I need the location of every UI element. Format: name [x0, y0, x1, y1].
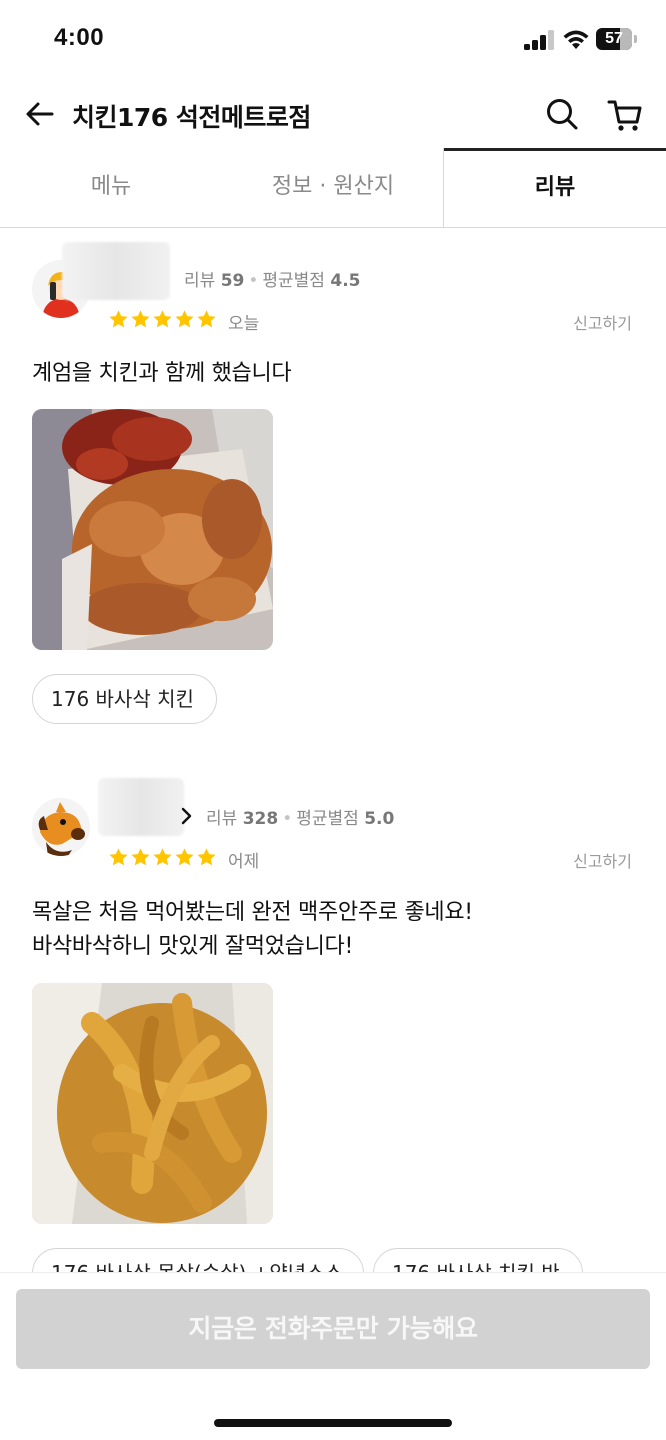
store-title: 치킨176 석전메트로점: [72, 103, 311, 132]
back-arrow-icon[interactable]: [22, 96, 58, 132]
tab-review[interactable]: 리뷰: [444, 148, 666, 228]
star-icon: [131, 310, 150, 328]
status-bar: 4:00 57: [0, 0, 666, 80]
status-time: 4:00: [54, 24, 105, 51]
phone-order-only-button[interactable]: 지금은 전화주문만 가능해요: [16, 1289, 650, 1369]
bottom-order-bar: 지금은 전화주문만 가능해요: [0, 1272, 666, 1440]
star-icon: [153, 310, 172, 328]
tab-menu[interactable]: 메뉴: [0, 148, 222, 228]
tab-info-origin[interactable]: 정보 · 원산지: [222, 148, 444, 228]
star-icon: [153, 848, 172, 866]
reviewer-name[interactable]: [62, 242, 170, 300]
reviewer-name[interactable]: [98, 778, 184, 836]
review-text: 계엄을 치킨과 함께 했습니다: [32, 361, 292, 386]
app-header: 치킨176 석전메트로점: [0, 82, 666, 148]
battery-level: 57: [605, 30, 623, 47]
home-indicator[interactable]: [214, 1419, 452, 1427]
avatar[interactable]: [32, 798, 90, 856]
report-button[interactable]: 신고하기: [573, 310, 632, 334]
star-icon: [175, 848, 194, 866]
menu-chip[interactable]: 176 바사삭 치킨: [32, 674, 217, 724]
review-date: 어제: [228, 852, 260, 872]
star-icon: [197, 310, 216, 328]
star-icon: [131, 848, 150, 866]
reviewer-stats: 리뷰 59 • 평균별점 4.5: [184, 271, 361, 291]
review-card: 리뷰 59 • 평균별점 4.5 오늘 신고하기 계엄을 치킨과 함께 했습니다 1…: [0, 228, 666, 748]
star-icon: [109, 310, 128, 328]
review-photo[interactable]: [32, 983, 273, 1224]
cart-icon[interactable]: [606, 96, 644, 134]
chevron-right-icon[interactable]: [180, 806, 194, 826]
star-rating: [108, 847, 218, 869]
star-icon: [197, 848, 216, 866]
star-rating: [108, 309, 218, 331]
review-photo[interactable]: [32, 409, 273, 650]
cellular-signal-icon: [524, 30, 556, 50]
reviewer-stats: 리뷰 328 • 평균별점 5.0: [206, 809, 395, 829]
review-card: 리뷰 328 • 평균별점 5.0 어제 신고하기 목살은 처음 먹어봤는데 완전 …: [0, 766, 666, 1298]
battery-icon: 57: [596, 28, 638, 52]
tab-bar: 메뉴 정보 · 원산지 리뷰: [0, 148, 666, 228]
star-icon: [109, 848, 128, 866]
search-icon[interactable]: [544, 96, 580, 132]
report-button[interactable]: 신고하기: [573, 848, 632, 872]
review-text: 목살은 처음 먹어봤는데 완전 맥주안주로 좋네요! 바삭바삭하니 맛있게 잘먹…: [32, 900, 473, 959]
wifi-icon: [563, 30, 589, 49]
review-date: 오늘: [228, 314, 260, 334]
star-icon: [175, 310, 194, 328]
